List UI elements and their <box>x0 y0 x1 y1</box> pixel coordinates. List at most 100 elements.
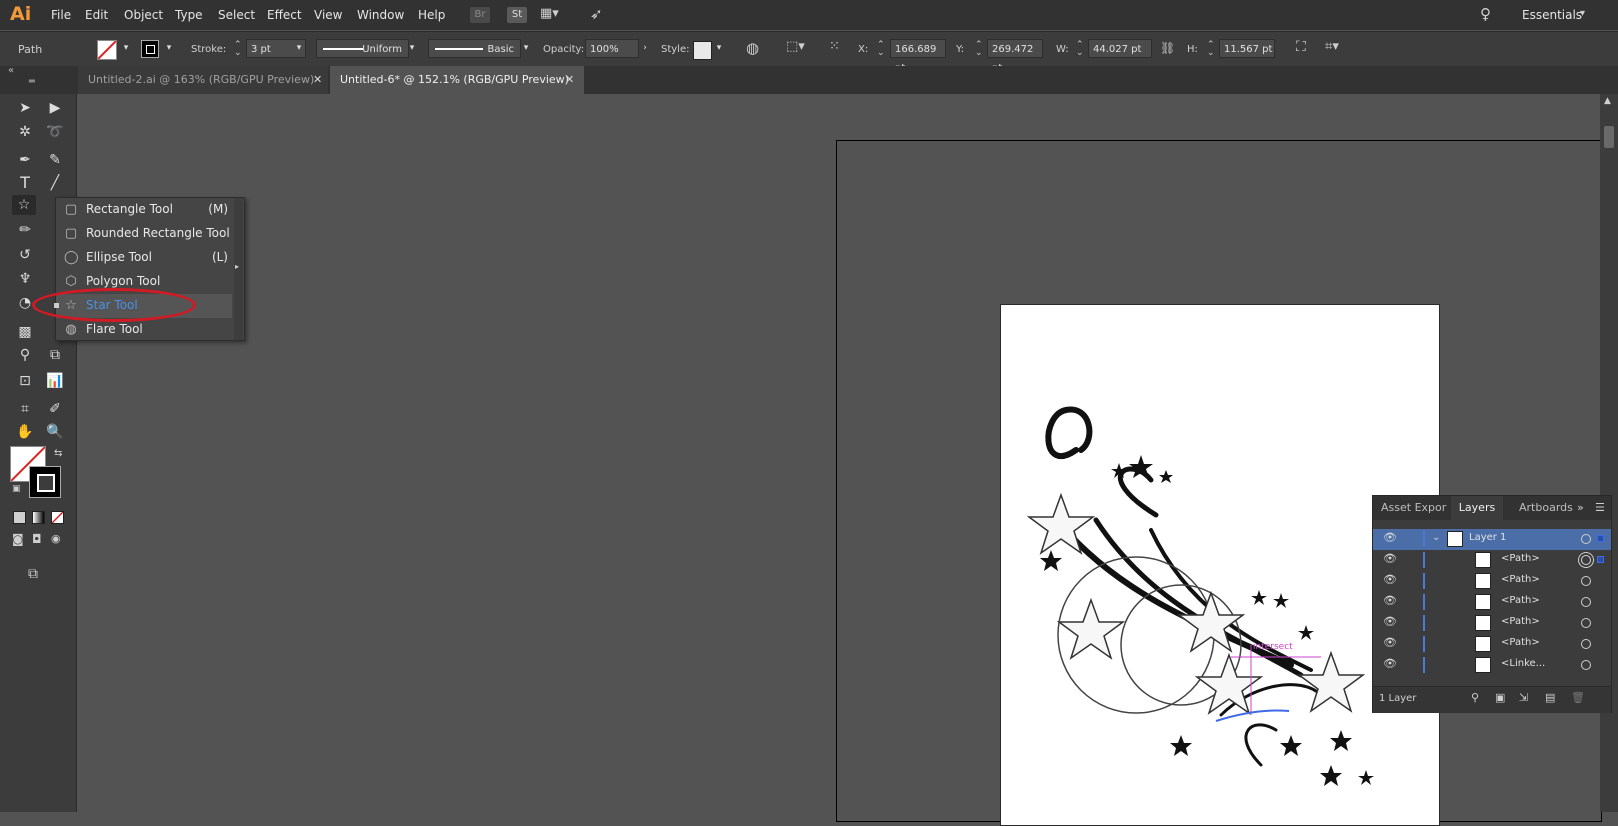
h-stepper[interactable]: ⌃ ⌄ <box>1207 41 1215 58</box>
menu-effect[interactable]: Effect <box>267 8 302 22</box>
stroke-swatch[interactable] <box>141 40 159 58</box>
fill-swatch[interactable] <box>97 40 117 60</box>
target-icon[interactable] <box>1581 597 1591 607</box>
opacity-field[interactable]: 100% <box>585 39 639 58</box>
layer-row-path-1[interactable]: 👁 <Path> <box>1373 550 1611 571</box>
target-icon[interactable] <box>1581 618 1591 628</box>
change-screen-mode-icon[interactable]: ⧉ <box>28 566 38 582</box>
lightbulb-icon[interactable]: ♀ <box>1480 5 1491 23</box>
align-to-icon[interactable]: ⬚▾ <box>786 39 805 54</box>
visibility-eye-icon[interactable]: 👁 <box>1383 636 1397 649</box>
lasso-tool-icon[interactable]: ➰ <box>44 122 66 142</box>
target-icon[interactable] <box>1581 576 1591 586</box>
new-sublayer-icon[interactable]: ⇲ <box>1519 691 1528 704</box>
direct-selection-tool-icon[interactable]: ▶ <box>44 98 66 118</box>
none-mode-button[interactable] <box>51 511 64 524</box>
h-field[interactable]: 11.567 pt <box>1219 39 1275 58</box>
menu-select[interactable]: Select <box>218 8 255 22</box>
clipping-mask-icon[interactable]: ▣ <box>1495 691 1505 704</box>
y-stepper[interactable]: ⌃ ⌄ <box>975 41 983 58</box>
draw-inside-icon[interactable]: ◉ <box>51 532 61 545</box>
x-stepper[interactable]: ⌃ ⌄ <box>877 41 885 58</box>
panel-options-icon[interactable]: ⌗▾ <box>1325 39 1339 54</box>
swap-fill-stroke-icon[interactable]: ⇆ <box>54 448 62 459</box>
stock-button[interactable]: St <box>507 7 527 23</box>
stroke-stepper[interactable]: ⌃ ⌄ <box>234 41 242 58</box>
locate-object-icon[interactable]: ⚲ <box>1471 691 1479 704</box>
collapse-panels-icon[interactable]: » <box>1577 501 1584 514</box>
menu-window[interactable]: Window <box>357 8 404 22</box>
graphic-style-swatch[interactable] <box>693 41 712 60</box>
curvature-tool-icon[interactable]: ✎ <box>44 150 66 170</box>
layer-row-path-5[interactable]: 👁 <Path> <box>1373 634 1611 655</box>
stroke-color-box[interactable] <box>29 466 61 498</box>
tab-untitled-6[interactable]: Untitled-6* @ 152.1% (RGB/GPU Preview) <box>330 66 584 94</box>
opacity-arrow[interactable]: › <box>638 39 652 58</box>
layer-row-linked-file[interactable]: 👁 <Linke... <box>1373 655 1611 676</box>
stroke-dropdown[interactable]: ▾ <box>162 39 176 58</box>
gpu-performance-icon[interactable]: ➶ <box>590 5 603 23</box>
graph-tool-icon[interactable]: 📊 <box>44 371 66 391</box>
workspace-switcher[interactable]: Essentials <box>1522 8 1582 22</box>
visibility-eye-icon[interactable]: 👁 <box>1383 615 1397 628</box>
star-tool-icon[interactable]: ☆ <box>12 195 36 215</box>
target-icon[interactable] <box>1581 534 1591 544</box>
collapse-toolbar-icon[interactable]: « <box>8 65 14 76</box>
visibility-eye-icon[interactable]: 👁 <box>1383 552 1397 565</box>
style-dropdown[interactable]: ▾ <box>712 39 726 58</box>
transform-icon[interactable]: ⛶ <box>1296 39 1306 55</box>
tab-untitled-2-close-icon[interactable]: ✕ <box>313 66 322 94</box>
blend-tool-icon[interactable]: ⧉ <box>44 345 66 365</box>
reference-point-icon[interactable]: ⁙ <box>829 39 840 54</box>
toolbar-grip-icon[interactable]: ▬ <box>28 76 36 85</box>
warp-tool-icon[interactable]: ♆ <box>14 269 36 289</box>
brush-dropdown[interactable]: ▾ <box>519 39 533 58</box>
gradient-mode-button[interactable] <box>32 511 45 524</box>
layer-row-path-2[interactable]: 👁 <Path> <box>1373 571 1611 592</box>
layer-row-path-3[interactable]: 👁 <Path> <box>1373 592 1611 613</box>
tab-artboards[interactable]: Artboards <box>1519 496 1573 520</box>
new-layer-icon[interactable]: ▤ <box>1545 691 1555 704</box>
eyedropper-tool-icon[interactable]: ⚲ <box>14 345 36 365</box>
draw-normal-icon[interactable]: ◙ <box>12 532 24 546</box>
type-tool-icon[interactable]: T <box>14 173 36 193</box>
delete-layer-icon[interactable]: 🗑 <box>1571 691 1585 704</box>
tab-untitled-2[interactable]: Untitled-2.ai @ 163% (RGB/GPU Preview) <box>78 66 328 94</box>
layer-row-path-4[interactable]: 👁 <Path> <box>1373 613 1611 634</box>
color-mode-button[interactable] <box>13 511 26 524</box>
target-icon[interactable] <box>1581 660 1591 670</box>
variable-width-profile[interactable]: Uniform <box>316 39 409 58</box>
profile-dropdown[interactable]: ▾ <box>405 39 419 58</box>
scroll-up-icon[interactable]: ▲ <box>1604 96 1611 106</box>
recolor-artwork-icon[interactable]: ◍ <box>746 39 759 57</box>
flyout-flare-tool[interactable]: ◍ Flare Tool <box>56 318 232 342</box>
scroll-thumb[interactable] <box>1604 126 1614 148</box>
slice-tool-icon[interactable]: ✐ <box>44 399 66 419</box>
symbol-sprayer-tool-icon[interactable]: ⊡ <box>14 371 36 391</box>
w-field[interactable]: 44.027 pt <box>1088 39 1152 58</box>
perspective-grid-tool-icon[interactable]: ▩ <box>14 322 36 342</box>
menu-view[interactable]: View <box>314 8 342 22</box>
menu-help[interactable]: Help <box>418 8 445 22</box>
target-icon[interactable] <box>1581 639 1591 649</box>
hand-tool-icon[interactable]: ✋ <box>14 422 36 442</box>
default-fill-stroke-icon[interactable]: ▣ <box>12 484 21 494</box>
expand-chevron-icon[interactable]: ⌄ <box>1432 532 1440 543</box>
visibility-eye-icon[interactable]: 👁 <box>1383 531 1397 544</box>
tab-asset-export[interactable]: Asset Expor <box>1381 496 1446 520</box>
draw-behind-icon[interactable]: ◘ <box>32 532 42 546</box>
target-icon[interactable] <box>1581 555 1591 565</box>
bridge-button[interactable]: Br <box>470 7 490 23</box>
artboard-tool-icon[interactable]: ⌗ <box>14 399 36 419</box>
brush-definition[interactable]: Basic <box>428 39 521 58</box>
panel-menu-icon[interactable]: ☰ <box>1595 501 1605 514</box>
tab-untitled-6-close-icon[interactable]: ✕ <box>565 66 574 94</box>
magic-wand-tool-icon[interactable]: ✲ <box>14 122 36 142</box>
rotate-tool-icon[interactable]: ↺ <box>14 245 36 265</box>
layer-row-layer-1[interactable]: 👁 ⌄ Layer 1 <box>1373 529 1611 550</box>
visibility-eye-icon[interactable]: 👁 <box>1383 594 1397 607</box>
y-field[interactable]: 269.472 pt <box>987 39 1043 74</box>
selection-tool-icon[interactable]: ➤ <box>14 98 36 118</box>
menu-type[interactable]: Type <box>175 8 203 22</box>
menu-object[interactable]: Object <box>124 8 163 22</box>
